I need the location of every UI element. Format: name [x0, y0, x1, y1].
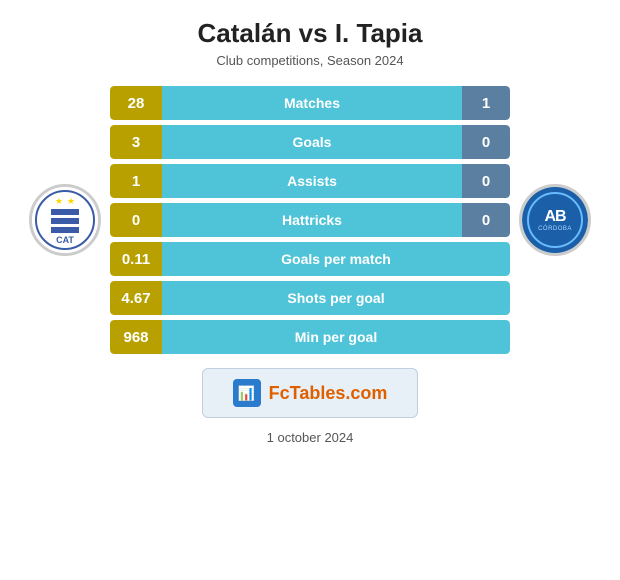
- stat-right-assists: 0: [462, 164, 510, 198]
- stat-label-assists: Assists: [162, 164, 462, 198]
- stat-label-matches: Matches: [162, 86, 462, 120]
- stat-left-goals-per-match: 0.11: [110, 242, 162, 276]
- star-2: ★: [67, 196, 75, 207]
- belgrano-sub: CÓRDOBA: [538, 226, 572, 232]
- stats-area: 28 Matches 1 3 Goals 0 1 Assists 0 0 Hat…: [110, 86, 510, 354]
- fctables-prefix: Fc: [269, 383, 290, 403]
- belgrano-logo: AB CÓRDOBA: [522, 186, 588, 254]
- stat-label-goals-per-match: Goals per match: [162, 242, 510, 276]
- stat-left-hattricks: 0: [110, 203, 162, 237]
- main-content: ★ ★ CAT 28 Matches: [20, 86, 600, 354]
- belgrano-inner: AB CÓRDOBA: [527, 192, 583, 248]
- stat-label-shots-per-goal: Shots per goal: [162, 281, 510, 315]
- stat-left-shots-per-goal: 4.67: [110, 281, 162, 315]
- fctables-text: FcTables.com: [269, 383, 388, 404]
- stat-row-assists: 1 Assists 0: [110, 164, 510, 198]
- stat-label-min-per-goal: Min per goal: [162, 320, 510, 354]
- star-1: ★: [55, 196, 63, 207]
- stat-left-assists: 1: [110, 164, 162, 198]
- cat-stars: ★ ★: [55, 196, 75, 207]
- stripe-3: [51, 227, 79, 233]
- stat-right-goals: 0: [462, 125, 510, 159]
- stat-right-hattricks: 0: [462, 203, 510, 237]
- stat-left-min-per-goal: 968: [110, 320, 162, 354]
- stat-right-matches: 1: [462, 86, 510, 120]
- stat-row-min-per-goal: 968 Min per goal: [110, 320, 510, 354]
- belgrano-initials: AB: [544, 208, 565, 226]
- page-title: Catalán vs I. Tapia: [198, 18, 423, 49]
- fctables-icon: 📊: [233, 379, 261, 407]
- stripe-1: [51, 209, 79, 215]
- right-team-logo: AB CÓRDOBA: [510, 184, 600, 256]
- footer-date: 1 october 2024: [267, 430, 354, 445]
- stat-label-goals: Goals: [162, 125, 462, 159]
- stat-label-hattricks: Hattricks: [162, 203, 462, 237]
- stat-row-goals: 3 Goals 0: [110, 125, 510, 159]
- left-logo-circle: ★ ★ CAT: [29, 184, 101, 256]
- stat-row-shots-per-goal: 4.67 Shots per goal: [110, 281, 510, 315]
- page-subtitle: Club competitions, Season 2024: [216, 53, 403, 68]
- fctables-suffix: Tables.com: [290, 383, 388, 403]
- cat-logo: ★ ★ CAT: [32, 186, 98, 254]
- stat-left-goals: 3: [110, 125, 162, 159]
- right-logo-circle: AB CÓRDOBA: [519, 184, 591, 256]
- page: Catalán vs I. Tapia Club competitions, S…: [0, 0, 620, 580]
- left-team-logo: ★ ★ CAT: [20, 184, 110, 256]
- cat-text: CAT: [56, 235, 74, 245]
- stat-row-goals-per-match: 0.11 Goals per match: [110, 242, 510, 276]
- cat-stripes: [51, 209, 79, 233]
- stat-row-hattricks: 0 Hattricks 0: [110, 203, 510, 237]
- fctables-banner: 📊 FcTables.com: [202, 368, 419, 418]
- stripe-2: [51, 218, 79, 224]
- stat-left-matches: 28: [110, 86, 162, 120]
- stat-row-matches: 28 Matches 1: [110, 86, 510, 120]
